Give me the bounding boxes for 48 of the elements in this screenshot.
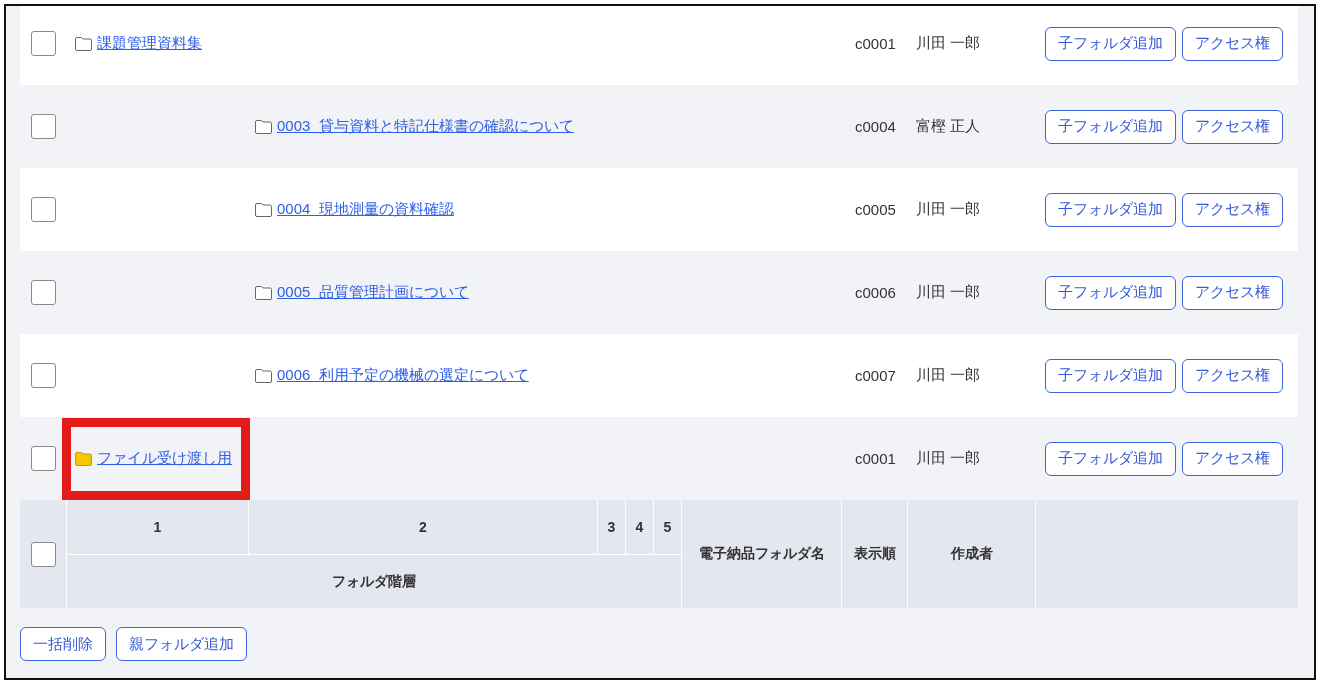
checkbox[interactable] bbox=[30, 363, 56, 388]
order-code: c0001 bbox=[854, 450, 897, 467]
column-header: 表示順 bbox=[842, 500, 907, 608]
column-header: 2 bbox=[249, 500, 597, 554]
bulk-delete-button[interactable]: 一括削除 bbox=[20, 627, 106, 661]
creator-name: 富樫 正人 bbox=[915, 117, 982, 136]
add-parent-folder-button[interactable]: 親フォルダ追加 bbox=[116, 627, 247, 661]
access-rights-button[interactable]: アクセス権 bbox=[1182, 441, 1283, 476]
add-subfolder-button[interactable]: 子フォルダ追加 bbox=[1045, 26, 1176, 61]
folder-link[interactable]: 0005 品質管理計画について bbox=[277, 283, 469, 302]
access-rights-button[interactable]: アクセス権 bbox=[1182, 192, 1283, 227]
order-code: c0007 bbox=[854, 367, 897, 384]
checkbox[interactable] bbox=[30, 31, 56, 56]
checkbox[interactable] bbox=[30, 541, 56, 567]
creator-name: 川田 一郎 bbox=[915, 449, 982, 468]
order-code: c0004 bbox=[854, 118, 897, 135]
add-subfolder-button[interactable]: 子フォルダ追加 bbox=[1045, 441, 1176, 476]
column-header: 作成者 bbox=[908, 500, 1035, 608]
add-subfolder-button[interactable]: 子フォルダ追加 bbox=[1045, 192, 1176, 227]
column-header: 電子納品フォルダ名 bbox=[682, 500, 841, 608]
order-code: c0005 bbox=[854, 201, 897, 218]
folder-link[interactable]: 課題管理資料集 bbox=[97, 34, 202, 53]
checkbox[interactable] bbox=[30, 280, 56, 305]
access-rights-button[interactable]: アクセス権 bbox=[1182, 358, 1283, 393]
add-subfolder-button[interactable]: 子フォルダ追加 bbox=[1045, 109, 1176, 144]
column-header: 5 bbox=[654, 500, 681, 554]
add-subfolder-button[interactable]: 子フォルダ追加 bbox=[1045, 275, 1176, 310]
access-rights-button[interactable]: アクセス権 bbox=[1182, 275, 1283, 310]
order-code: c0001 bbox=[854, 35, 897, 52]
access-rights-button[interactable]: アクセス権 bbox=[1182, 26, 1283, 61]
column-header: 3 bbox=[598, 500, 625, 554]
folder-link[interactable]: 0006 利用予定の機械の選定について bbox=[277, 366, 529, 385]
folder-link[interactable]: 0003 貸与資料と特記仕様書の確認について bbox=[277, 117, 574, 136]
checkbox[interactable] bbox=[30, 446, 56, 471]
add-subfolder-button[interactable]: 子フォルダ追加 bbox=[1045, 358, 1176, 393]
folder-link[interactable]: 0004 現地測量の資料確認 bbox=[277, 200, 454, 219]
creator-name: 川田 一郎 bbox=[915, 200, 982, 219]
access-rights-button[interactable]: アクセス権 bbox=[1182, 109, 1283, 144]
checkbox[interactable] bbox=[30, 197, 56, 222]
column-header: フォルダ階層 bbox=[67, 555, 681, 608]
order-code: c0006 bbox=[854, 284, 897, 301]
column-header: 4 bbox=[626, 500, 653, 554]
creator-name: 川田 一郎 bbox=[915, 34, 982, 53]
checkbox[interactable] bbox=[30, 114, 56, 139]
column-header: 1 bbox=[67, 500, 248, 554]
creator-name: 川田 一郎 bbox=[915, 283, 982, 302]
creator-name: 川田 一郎 bbox=[915, 366, 982, 385]
folder-link[interactable]: ファイル受け渡し用 bbox=[97, 449, 232, 468]
